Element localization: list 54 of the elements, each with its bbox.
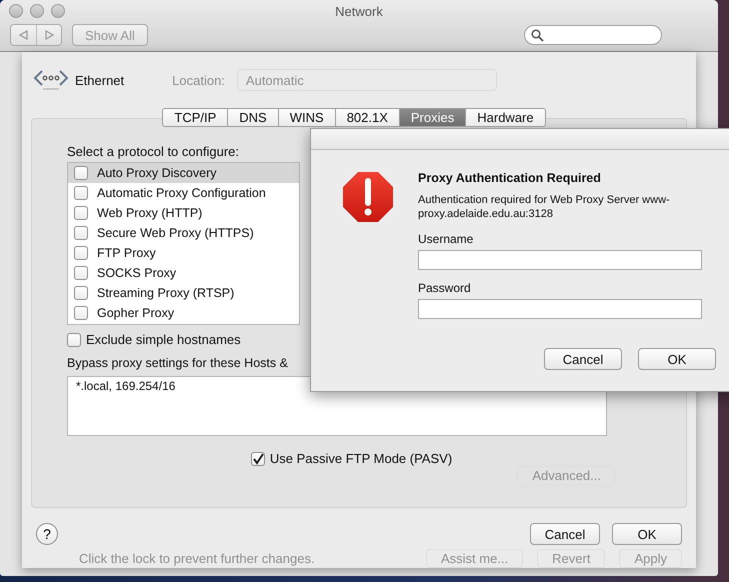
dialog-button[interactable]: OK [638, 348, 716, 370]
dialog-message: Authentication required for Web Proxy Server www-proxy.adelaide.edu.au:3128 [418, 193, 671, 221]
checkbox[interactable] [74, 306, 88, 320]
checkbox[interactable] [67, 332, 81, 346]
checkbox[interactable] [74, 166, 88, 180]
protocol-row[interactable]: FTP Proxy [68, 243, 299, 263]
tab[interactable]: 802.1X [336, 108, 400, 127]
protocol-row[interactable]: Secure Web Proxy (HTTPS) [68, 223, 299, 243]
input-field[interactable] [418, 250, 702, 270]
checkbox[interactable] [74, 226, 88, 240]
tab[interactable]: Proxies [400, 108, 466, 127]
protocol-row[interactable]: SOCKS Proxy [68, 263, 299, 283]
protocol-prompt: Select a protocol to configure: [67, 144, 239, 159]
search-field[interactable] [524, 25, 662, 45]
protocol-row[interactable]: Auto Proxy Discovery [68, 163, 299, 183]
protocol-row[interactable]: Automatic Proxy Configuration [68, 183, 299, 203]
sheet-button[interactable]: OK [612, 523, 682, 545]
checkbox[interactable] [74, 266, 88, 280]
checkbox-label: Exclude simple hostnames [86, 332, 241, 347]
checkbox[interactable] [74, 186, 88, 200]
checkbox[interactable] [74, 246, 88, 260]
lock-text: Click the lock to prevent further changes. [79, 551, 315, 566]
tab[interactable]: WINS [278, 108, 336, 127]
checkbox-label: Use Passive FTP Mode (PASV) [270, 451, 452, 466]
back-button[interactable] [11, 25, 36, 45]
dialog-title: Proxy Authentication Required [418, 171, 602, 185]
right-triangle-icon [44, 30, 54, 40]
tab[interactable]: DNS [228, 108, 279, 127]
forward-button[interactable] [36, 25, 61, 45]
left-triangle-icon [19, 30, 28, 40]
field-label: Username [418, 232, 474, 246]
field-label: Password [418, 281, 472, 295]
stop-sign-icon [342, 171, 394, 223]
search-icon [531, 28, 544, 42]
zoom-button[interactable] [51, 4, 65, 18]
close-button[interactable] [9, 4, 23, 18]
window-title: Network [334, 4, 384, 18]
service-name: Ethernet [75, 72, 124, 88]
tab[interactable]: TCP/IP [162, 108, 228, 127]
protocol-row[interactable]: Web Proxy (HTTP) [68, 203, 299, 223]
sheet-button[interactable]: Cancel [530, 523, 600, 545]
checkbox[interactable] [74, 286, 88, 300]
minimize-button[interactable] [30, 4, 44, 18]
protocol-row[interactable]: Gopher Proxy [68, 303, 299, 323]
dialog-button[interactable]: Cancel [544, 348, 622, 370]
location-label: Location: [172, 72, 225, 88]
tab[interactable]: Hardware [466, 108, 546, 127]
bypass-label: Bypass proxy settings for these Hosts & [67, 356, 288, 370]
input-field[interactable] [418, 299, 702, 319]
help-button[interactable]: ? [36, 523, 58, 545]
ethernet-icon [33, 69, 69, 91]
protocol-row[interactable]: Streaming Proxy (RTSP) [68, 283, 299, 303]
checkbox[interactable] [74, 206, 88, 220]
checkbox[interactable] [250, 452, 265, 466]
